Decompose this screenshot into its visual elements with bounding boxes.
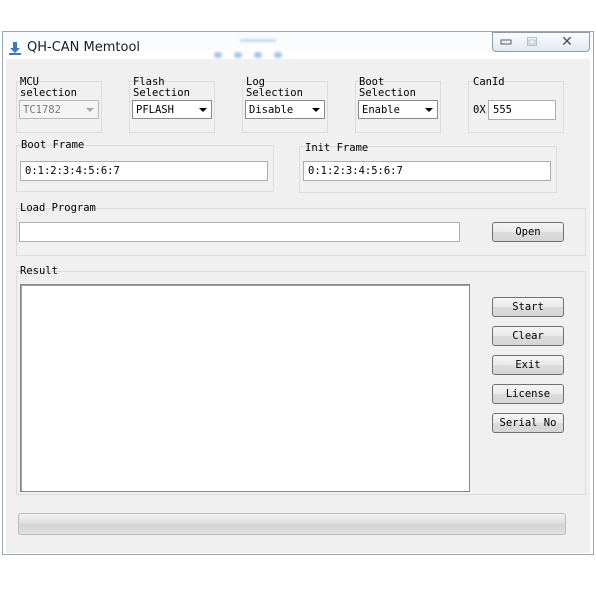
minimize-button[interactable] xyxy=(492,32,520,52)
mcu-select-value: TC1782 xyxy=(23,104,61,116)
license-button[interactable]: License xyxy=(492,384,564,404)
init-frame-label: Init Frame xyxy=(305,142,369,154)
chevron-down-icon xyxy=(86,108,94,112)
canid-input[interactable]: 555 xyxy=(488,100,556,120)
progress-bar xyxy=(18,513,566,535)
download-arrow-icon xyxy=(7,40,23,56)
chevron-down-icon xyxy=(199,108,207,112)
window-title: QH-CAN Memtool xyxy=(27,40,141,55)
log-select-value: Disable xyxy=(249,104,294,116)
program-path-input[interactable] xyxy=(19,222,460,242)
open-button[interactable]: Open xyxy=(492,222,564,242)
result-label: Result xyxy=(20,265,58,277)
init-frame-input[interactable]: 0:1:2:3:4:5:6:7 xyxy=(303,161,551,181)
log-label-line2: Selection xyxy=(246,87,303,99)
boot-select[interactable]: Enable xyxy=(358,100,438,119)
chevron-down-icon xyxy=(425,108,433,112)
flash-label-line2: Selection xyxy=(133,87,190,99)
boot-select-value: Enable xyxy=(362,104,400,116)
minimize-icon xyxy=(500,39,512,45)
log-select[interactable]: Disable xyxy=(245,100,325,119)
boot-frame-input[interactable]: 0:1:2:3:4:5:6:7 xyxy=(20,161,268,181)
flash-select-value: PFLASH xyxy=(136,104,174,116)
mcu-label-line2: selection xyxy=(20,87,77,99)
chevron-down-icon xyxy=(312,108,320,112)
start-button[interactable]: Start xyxy=(492,297,564,317)
flash-select[interactable]: PFLASH xyxy=(132,100,212,119)
serial-no-button[interactable]: Serial No xyxy=(492,413,564,433)
result-output[interactable] xyxy=(20,284,470,492)
canid-prefix: 0X xyxy=(473,104,486,116)
maximize-button[interactable] xyxy=(519,32,546,52)
boot-frame-value: 0:1:2:3:4:5:6:7 xyxy=(25,165,120,177)
canid-value: 555 xyxy=(493,104,512,116)
mcu-select[interactable]: TC1782 xyxy=(19,100,99,119)
caption-buttons: ✕ xyxy=(492,32,590,52)
close-icon: ✕ xyxy=(561,34,573,50)
title-glow xyxy=(240,39,276,42)
init-frame-value: 0:1:2:3:4:5:6:7 xyxy=(308,165,403,177)
exit-button[interactable]: Exit xyxy=(492,355,564,375)
canid-label: CanId xyxy=(473,76,505,88)
close-button[interactable]: ✕ xyxy=(545,32,590,52)
maximize-icon xyxy=(527,37,537,46)
boot-label-line2: Selection xyxy=(359,87,416,99)
boot-frame-label: Boot Frame xyxy=(21,139,85,151)
load-program-label: Load Program xyxy=(20,202,96,214)
clear-button[interactable]: Clear xyxy=(492,326,564,346)
